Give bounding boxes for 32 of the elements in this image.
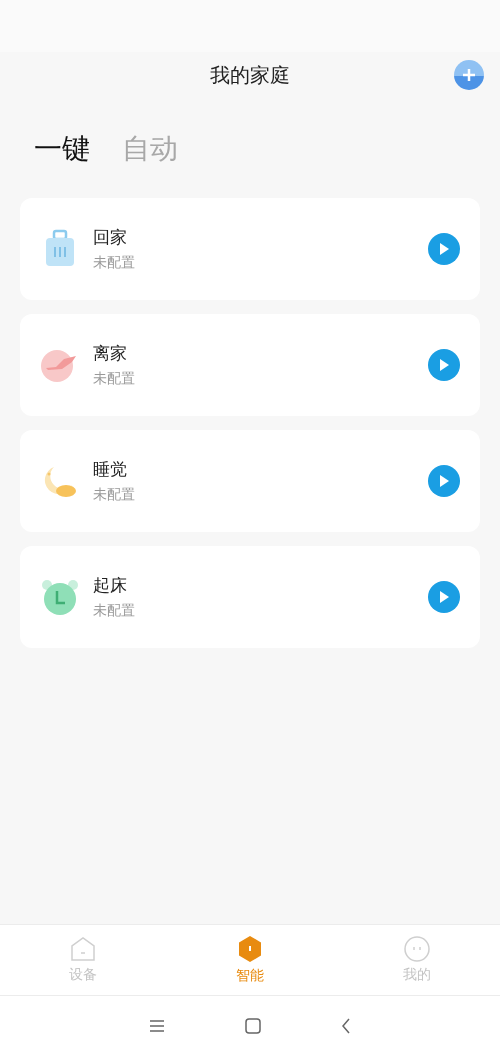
alarm-clock-icon xyxy=(40,577,80,617)
add-button[interactable] xyxy=(454,60,484,90)
scene-card[interactable]: 回家 未配置 xyxy=(20,198,480,300)
scene-name: 睡觉 xyxy=(93,458,128,481)
play-icon xyxy=(438,358,450,372)
header-title: 我的家庭 xyxy=(210,61,290,89)
play-button[interactable] xyxy=(428,581,460,613)
scene-card[interactable]: 离家 未配置 xyxy=(20,314,480,416)
scene-name: 起床 xyxy=(93,574,128,597)
back-chevron-icon[interactable] xyxy=(341,1018,351,1034)
house-icon xyxy=(70,936,97,962)
square-home-icon[interactable] xyxy=(245,1018,261,1034)
scene-card[interactable]: 睡觉 未配置 xyxy=(20,430,480,532)
smiley-outline-icon xyxy=(403,936,430,962)
menu-icon[interactable] xyxy=(149,1019,165,1033)
scene-name: 离家 xyxy=(93,342,128,365)
scene-card[interactable]: 起床 未配置 xyxy=(20,546,480,648)
play-button[interactable] xyxy=(428,233,460,265)
play-icon xyxy=(438,590,450,604)
scene-status: 未配置 xyxy=(93,254,136,272)
hexagon-icon xyxy=(237,935,263,963)
scene-status: 未配置 xyxy=(93,370,136,388)
scene-name: 回家 xyxy=(93,226,128,249)
scene-tab[interactable]: 一键 xyxy=(34,130,90,168)
scene-status: 未配置 xyxy=(93,602,136,620)
scene-status: 未配置 xyxy=(93,486,136,504)
play-button[interactable] xyxy=(428,349,460,381)
plus-icon xyxy=(462,68,476,82)
play-icon xyxy=(438,242,450,256)
suitcase-icon xyxy=(44,229,76,269)
play-icon xyxy=(438,474,450,488)
play-button[interactable] xyxy=(428,465,460,497)
